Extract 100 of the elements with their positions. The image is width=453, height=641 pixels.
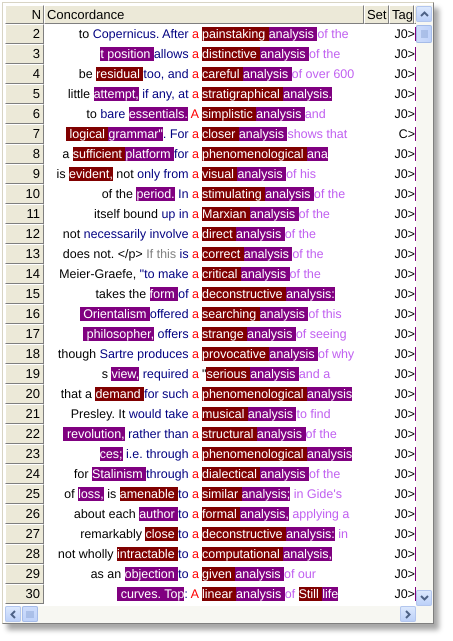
column-header[interactable]: Concordance [44,5,364,24]
left-context: of loss, is amenable to a [63,486,200,503]
right-context: computational analysis, [202,546,333,563]
scroll-right-button[interactable] [400,606,416,622]
left-context: about each author to a [72,506,200,523]
right-context: visual analysis of his [202,166,317,183]
tag-text: J0> [394,586,415,603]
right-context: strange analysis of seeing [202,326,348,343]
right-context: "serious analysis and a [202,366,332,383]
tag-text: J0> [394,306,415,323]
row-number: 29 [5,564,44,584]
row-number: 12 [5,224,44,244]
left-context: ces; i.e. through a [98,446,200,463]
scroll-up-button[interactable] [416,6,432,22]
tag-text: J0> [394,386,415,403]
column-header[interactable]: N [5,5,44,24]
left-context: for Stalinism through a [72,466,200,483]
right-context: closer analysis shows that [202,126,348,143]
left-context: does not. </p> If this is a [62,246,200,263]
left-context: Presley. It would take a [70,406,200,423]
left-context: not necessarily involve a [62,226,200,243]
row-number: 21 [5,404,44,424]
row-number: 15 [5,284,44,304]
left-context: to bare essentials. A [85,106,200,123]
vertical-scrollbar[interactable] [416,5,433,606]
scroll-thumb[interactable] [22,606,38,622]
tag-text: J0> [394,526,415,543]
right-context: searching analysis of this [202,306,343,323]
chevron-left-icon [10,610,16,618]
left-context: Meier-Graefe, "to make a [58,266,200,283]
left-context: logical grammar". For a [44,124,202,144]
row-number: 6 [5,104,44,124]
tag-text: J0> [394,186,415,203]
tag-text: J0> [394,286,415,303]
left-context: to Copernicus. After a [78,26,200,43]
row-number: 23 [5,444,44,464]
tag-text: J0> [394,506,415,523]
column-header[interactable]: Set [364,5,389,24]
right-context: phenomenological ana [202,146,329,163]
tag-text: J0> [394,226,415,243]
left-context: t position allows a [99,46,200,63]
column-header[interactable]: Tag [389,5,414,24]
row-number: 11 [5,204,44,224]
left-context: revolution, rather than a [44,424,202,444]
tag-text: J0> [394,146,415,163]
horizontal-scrollbar[interactable] [5,606,433,623]
right-context: Marxian analysis of the [202,206,331,223]
left-context: s view, required a [100,366,200,383]
right-context: direct analysis of the [202,226,317,243]
tag-text: J0> [394,206,415,223]
scroll-left-button[interactable] [5,606,21,622]
tag-text: C> [398,126,415,143]
tag-text: J0> [394,346,415,363]
tag-text: J0> [394,246,415,263]
left-context: is evident, not only from a [56,166,200,183]
tag-text: J0> [394,406,415,423]
right-context: stratigraphical analysis. [202,86,333,103]
left-context: philosopher, offers a [44,324,202,344]
row-number: 13 [5,244,44,264]
tag-text: J0> [394,546,415,563]
right-context: provocative analysis of why [202,346,356,363]
row-number: 17 [5,324,44,344]
row-number: 30 [5,584,44,604]
left-context: little attempt, if any, at a [66,86,200,103]
left-context: Orientalism offered a [44,304,202,324]
tag-text: J0> [394,486,415,503]
tag-text: J0> [394,266,415,283]
tag-text: J0> [394,326,415,343]
right-context: linear analysis of Still life [202,586,340,603]
tag-text: J0> [394,366,415,383]
row-number: 7 [5,124,44,144]
tag-text: J0> [394,166,415,183]
row-number: 24 [5,464,44,484]
chevron-up-icon [420,11,429,17]
right-context: musical analysis to find [202,406,332,423]
tag-text: J0> [394,26,415,43]
chevron-down-icon [420,595,429,601]
left-context: though Sartre produces a [56,346,200,363]
left-context: curves. Top: A [44,584,202,604]
row-number: 9 [5,164,44,184]
row-number: 10 [5,184,44,204]
scroll-down-button[interactable] [416,590,432,606]
row-number: 8 [5,144,44,164]
right-context: distinctive analysis of the [202,46,342,63]
row-number: 25 [5,484,44,504]
left-context: be residual too, and a [78,66,200,83]
row-number: 27 [5,524,44,544]
tag-text: J0> [394,466,415,483]
tag-text: J0> [394,46,415,63]
left-context: remarkably close to a [79,526,200,543]
left-context: not wholly intractable to a [56,546,200,563]
right-context: dialectical analysis of the [202,466,342,483]
right-context: phenomenological analysis [202,386,354,403]
right-context: painstaking analysis of the [202,26,350,43]
right-context: formal analysis, applying a [202,506,350,523]
left-context: of the period. In a [100,186,200,203]
row-number: 28 [5,544,44,564]
row-number: 5 [5,84,44,104]
right-context: phenomenological analysis [202,446,354,463]
scroll-thumb[interactable] [416,25,432,43]
